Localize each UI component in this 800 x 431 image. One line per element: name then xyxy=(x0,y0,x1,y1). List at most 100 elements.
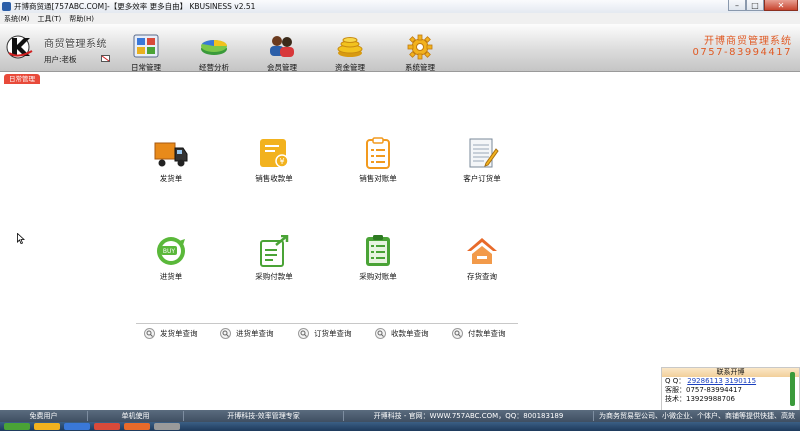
status-license: 免费用户 xyxy=(0,411,88,421)
receipt-query-label: 收款单查询 xyxy=(391,328,429,338)
purchase-order-label: 进货单 xyxy=(159,272,183,281)
order-query-label: 订货单查询 xyxy=(314,328,352,338)
truck-icon xyxy=(154,142,188,167)
sales-receipt-button[interactable]: ¥ 销售收款单 xyxy=(229,137,319,197)
app-window: 开博商贸通[757ABC.COM]-【更多效率 更多自由】 KBUSINESS … xyxy=(0,0,800,431)
taskbar-item[interactable] xyxy=(154,423,180,430)
coins-icon xyxy=(337,37,363,57)
clipboard-icon xyxy=(366,137,390,169)
module-members-label: 会员管理 xyxy=(267,63,297,72)
current-user: 用户:老板 xyxy=(44,55,77,64)
qq-link-1[interactable]: 29286113 xyxy=(687,377,723,385)
contact-panel: 联系开博 Q Q： 29286113 3190115 客服：0757-8399441… xyxy=(661,367,800,411)
status-slogan: 开博科技-效率管理专家 xyxy=(184,411,344,421)
app-icon xyxy=(2,2,11,11)
search-icon xyxy=(375,327,386,339)
contact-tech: 技术：13929988706 xyxy=(665,395,735,403)
tab-daily-management[interactable]: 日常管理 xyxy=(4,74,40,84)
purchase-payment-label: 采购付款单 xyxy=(255,272,293,281)
payment-query-link[interactable]: 付款单查询 xyxy=(452,327,506,339)
close-button[interactable]: ✕ xyxy=(764,0,798,11)
sales-receipt-icon: ¥ xyxy=(260,139,289,168)
contact-qq-label: Q Q： xyxy=(665,377,686,385)
system-name: 商贸管理系统 xyxy=(44,39,107,50)
status-bar: 免费用户 单机使用 开博科技-效率管理专家 开博科技 - 官网：WWW.757A… xyxy=(0,410,800,422)
contact-qq-row: Q Q： 29286113 3190115 xyxy=(662,377,799,386)
home-icon xyxy=(467,238,497,264)
title-bar: 开博商贸通[757ABC.COM]-【更多效率 更多自由】 KBUSINESS … xyxy=(0,0,800,13)
document-pencil-icon xyxy=(469,138,499,168)
svg-text:BUY: BUY xyxy=(163,248,176,255)
customer-order-label: 客户订货单 xyxy=(463,174,501,183)
order-query-link[interactable]: 订货单查询 xyxy=(298,327,352,339)
window-controls: – □ ✕ xyxy=(728,0,798,12)
menu-tools[interactable]: 工具(T) xyxy=(34,14,66,24)
mouse-cursor-icon xyxy=(17,233,25,244)
qq-link-2[interactable]: 3190115 xyxy=(725,377,756,385)
module-funds-label: 资金管理 xyxy=(335,63,365,72)
taskbar-item[interactable] xyxy=(64,423,90,430)
status-website: 开博科技 - 官网：WWW.757ABC.COM，QQ：800183189 xyxy=(344,411,594,421)
module-analysis[interactable]: 经营分析 xyxy=(188,28,240,72)
sales-statement-label: 销售对账单 xyxy=(359,174,397,183)
taskbar-item[interactable] xyxy=(4,423,30,430)
sales-receipt-label: 销售收款单 xyxy=(255,174,293,183)
search-icon xyxy=(220,327,231,339)
search-icon xyxy=(144,327,155,339)
menu-help[interactable]: 帮助(H) xyxy=(65,14,98,24)
purchase-payment-button[interactable]: 采购付款单 xyxy=(229,235,319,295)
daily-management-icon xyxy=(133,34,159,58)
gear-icon xyxy=(407,34,433,60)
purchase-statement-button[interactable]: 采购对账单 xyxy=(333,235,423,295)
module-system-label: 系统管理 xyxy=(405,63,435,72)
os-taskbar xyxy=(0,422,800,431)
maximize-button[interactable]: □ xyxy=(746,0,764,11)
payment-export-icon xyxy=(260,235,289,267)
module-members[interactable]: 会员管理 xyxy=(256,28,308,72)
hotline: 开博商贸管理系统 0757-83994417 xyxy=(693,32,792,58)
purchase-statement-label: 采购对账单 xyxy=(359,272,397,281)
minimize-button[interactable]: – xyxy=(728,0,746,11)
delivery-order-label: 发货单 xyxy=(159,174,183,183)
menu-bar: 系统(M) 工具(T) 帮助(H) xyxy=(0,13,800,24)
buy-icon: BUY xyxy=(157,237,185,265)
query-divider xyxy=(136,323,518,324)
hotline-title: 开博商贸管理系统 xyxy=(704,36,792,47)
taskbar-item[interactable] xyxy=(124,423,150,430)
taskbar-item[interactable] xyxy=(34,423,60,430)
user-settings-icon[interactable] xyxy=(101,55,110,62)
taskbar-item[interactable] xyxy=(94,423,120,430)
module-daily[interactable]: 日常管理 xyxy=(120,28,172,72)
delivery-query-link[interactable]: 发货单查询 xyxy=(144,327,198,339)
contact-service: 客服：0757-83994417 xyxy=(665,386,742,394)
payment-query-label: 付款单查询 xyxy=(468,328,506,338)
status-mode: 单机使用 xyxy=(88,411,184,421)
checklist-icon xyxy=(366,235,390,266)
delivery-query-label: 发货单查询 xyxy=(160,328,198,338)
customer-order-button[interactable]: 客户订货单 xyxy=(437,137,527,197)
svg-text:¥: ¥ xyxy=(279,157,284,166)
search-icon xyxy=(298,327,309,339)
receipt-query-link[interactable]: 收款单查询 xyxy=(375,327,429,339)
contact-title: 联系开博 xyxy=(662,368,799,377)
search-icon xyxy=(452,327,463,339)
logo-icon xyxy=(6,35,33,59)
module-analysis-label: 经营分析 xyxy=(199,63,229,72)
members-icon xyxy=(270,36,294,57)
purchase-query-link[interactable]: 进货单查询 xyxy=(220,327,274,339)
menu-system[interactable]: 系统(M) xyxy=(0,14,34,24)
business-analysis-icon xyxy=(201,40,227,55)
window-title: 开博商贸通[757ABC.COM]-【更多效率 更多自由】 KBUSINESS … xyxy=(14,2,256,11)
delivery-order-button[interactable]: 发货单 xyxy=(126,137,216,197)
hotline-phone: 0757-83994417 xyxy=(692,47,792,58)
module-system[interactable]: 系统管理 xyxy=(394,28,446,72)
contact-scrollbar[interactable] xyxy=(790,372,795,406)
purchase-order-button[interactable]: BUY 进货单 xyxy=(126,235,216,295)
module-funds[interactable]: 资金管理 xyxy=(324,28,376,72)
inventory-query-label: 存货查询 xyxy=(467,272,497,281)
app-header: 商贸管理系统 用户:老板 日常管理 经营分析 会员管理 资金管理 系统管理 开博… xyxy=(0,24,800,72)
module-daily-label: 日常管理 xyxy=(131,63,161,72)
purchase-query-label: 进货单查询 xyxy=(236,328,274,338)
inventory-query-button[interactable]: 存货查询 xyxy=(437,235,527,295)
sales-statement-button[interactable]: 销售对账单 xyxy=(333,137,423,197)
